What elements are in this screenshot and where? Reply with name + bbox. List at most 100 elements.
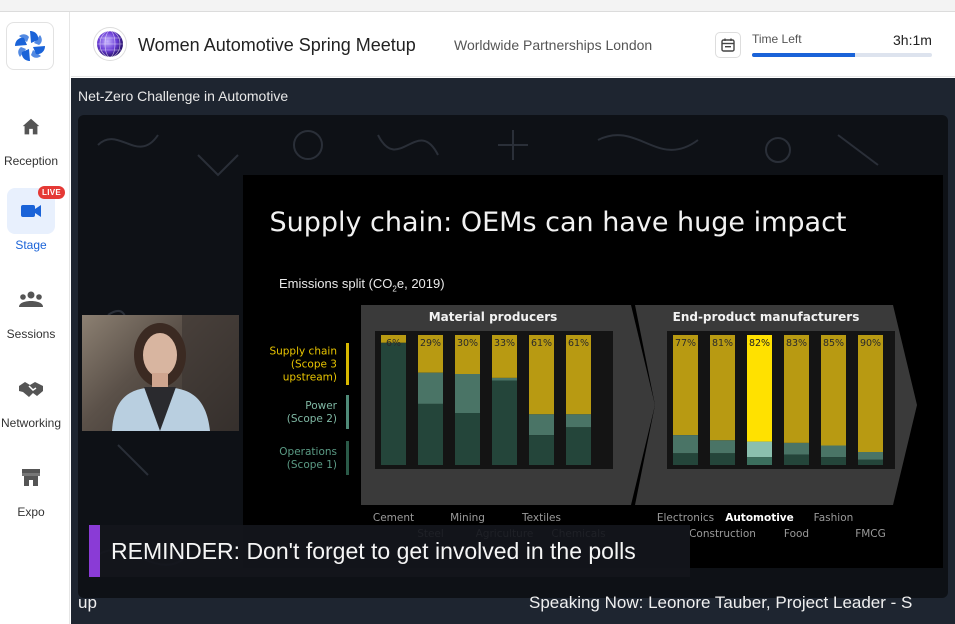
sidebar-item-label: Networking	[0, 416, 62, 430]
bar-power	[747, 441, 772, 458]
bar-operations	[747, 457, 772, 465]
storefront-icon	[7, 455, 55, 501]
bar-data-label: 61%	[568, 338, 589, 349]
bar-data-label: 85%	[823, 338, 844, 349]
legend-marker	[346, 395, 349, 429]
bar-data-label: 90%	[860, 338, 881, 349]
category-label: Mining	[450, 512, 485, 524]
bar-operations	[710, 453, 735, 465]
reminder-banner: REMINDER: Don't forget to get involved i…	[89, 525, 690, 577]
bar-data-label: 82%	[749, 338, 770, 349]
legend-label: Supply chain	[269, 346, 337, 358]
bar-supply-chain	[710, 335, 735, 441]
event-title: Women Automotive Spring Meetup	[138, 35, 416, 55]
bar-power	[455, 374, 480, 413]
bar-data-label: 83%	[786, 338, 807, 349]
video-stream[interactable]: Supply chain: OEMs can have huge impact …	[78, 115, 948, 598]
bar-power	[418, 372, 443, 404]
category-label: Food	[784, 528, 809, 540]
people-group-icon	[7, 277, 55, 323]
category-label: Automotive	[725, 512, 794, 524]
sidebar-item-networking[interactable]: Networking	[0, 366, 62, 430]
category-label: Cement	[373, 512, 414, 524]
ticker-text-left: up	[78, 593, 97, 612]
bar-data-label: 77%	[675, 338, 696, 349]
video-camera-icon: LIVE	[7, 186, 65, 234]
bar-power	[566, 414, 591, 428]
bar-supply-chain	[821, 335, 846, 446]
bar-operations	[455, 413, 480, 465]
legend-marker	[346, 441, 349, 475]
sidebar-item-stage[interactable]: LIVE Stage	[0, 186, 65, 252]
event-organizer: Worldwide Partnerships London	[454, 37, 653, 53]
live-badge: LIVE	[38, 186, 65, 199]
legend-label: Power	[305, 400, 337, 412]
chart-group-title: End-product manufacturers	[673, 310, 860, 324]
event-header: Women Automotive Spring Meetup Worldwide…	[71, 12, 955, 77]
chart-group-title: Material producers	[429, 310, 558, 324]
bar-operations	[529, 435, 554, 465]
bar-operations	[566, 427, 591, 465]
bar-supply-chain	[673, 335, 698, 436]
category-label: Electronics	[657, 512, 714, 524]
bar-power	[529, 414, 554, 436]
bar-data-label: 81%	[712, 338, 733, 349]
time-left-progress-fill	[752, 53, 855, 57]
bar-power	[858, 452, 883, 460]
category-label: Construction	[689, 528, 756, 540]
bar-data-label: 30%	[457, 338, 478, 349]
bar-data-label: 6%	[386, 338, 401, 349]
presentation-slide: Supply chain: OEMs can have huge impact …	[243, 175, 943, 568]
sidebar-item-expo[interactable]: Expo	[0, 455, 62, 519]
category-label: FMCG	[855, 528, 886, 540]
sidebar-item-sessions[interactable]: Sessions	[0, 277, 62, 341]
sidebar-item-reception[interactable]: Reception	[0, 104, 62, 168]
time-left-value: 3h:1m	[893, 32, 932, 48]
speaker-figure	[112, 315, 239, 431]
reminder-accent-bar	[89, 525, 100, 577]
stage-session-title: Net-Zero Challenge in Automotive	[78, 88, 289, 104]
legend-label: (Scope 3	[291, 359, 337, 371]
time-left-label: Time Left	[752, 32, 802, 46]
bar-operations	[381, 342, 406, 465]
bar-supply-chain	[747, 335, 772, 442]
bar-supply-chain	[784, 335, 809, 443]
event-logo	[93, 27, 127, 61]
sidebar-item-label: Sessions	[6, 327, 56, 341]
legend-label: Operations	[279, 446, 337, 458]
speaking-now-ticker: Speaking Now: Leonore Tauber, Project Le…	[529, 593, 913, 612]
bar-data-label: 61%	[531, 338, 552, 349]
sidebar-item-label: Reception	[3, 154, 59, 168]
bar-operations	[821, 457, 846, 465]
bar-power	[784, 442, 809, 455]
browser-tab-strip	[0, 0, 955, 12]
sidebar-item-label: Expo	[17, 505, 45, 519]
bar-power	[492, 377, 517, 381]
sidebar-item-label: Stage	[15, 238, 47, 252]
emissions-chart: Supply chain(Scope 3upstream) Power (Scope…	[269, 305, 917, 540]
bar-power	[821, 445, 846, 458]
legend-label: upstream)	[283, 372, 337, 384]
bar-power	[673, 435, 698, 454]
bar-power	[710, 440, 735, 454]
bar-data-label: 33%	[494, 338, 515, 349]
bar-operations	[418, 403, 443, 465]
category-label: Fashion	[814, 512, 854, 524]
bar-operations	[858, 459, 883, 465]
home-icon	[7, 104, 55, 150]
reminder-text: REMINDER: Don't forget to get involved i…	[111, 538, 636, 564]
bar-operations	[784, 454, 809, 465]
bar-operations	[492, 380, 517, 465]
legend-marker	[346, 343, 349, 385]
platform-logo[interactable]	[6, 22, 54, 70]
stage-area: Net-Zero Challenge in Automotive Supply …	[71, 78, 955, 624]
sidebar: Reception LIVE Stage Sessions Networking…	[0, 12, 70, 624]
calendar-icon	[721, 38, 735, 52]
speaker-webcam[interactable]	[82, 315, 239, 431]
schedule-button[interactable]	[715, 32, 741, 58]
legend-label: (Scope 1)	[287, 459, 337, 471]
bar-supply-chain	[858, 335, 883, 452]
handshake-icon	[7, 366, 55, 412]
category-label: Textiles	[521, 512, 561, 524]
globe-icon	[97, 30, 123, 58]
